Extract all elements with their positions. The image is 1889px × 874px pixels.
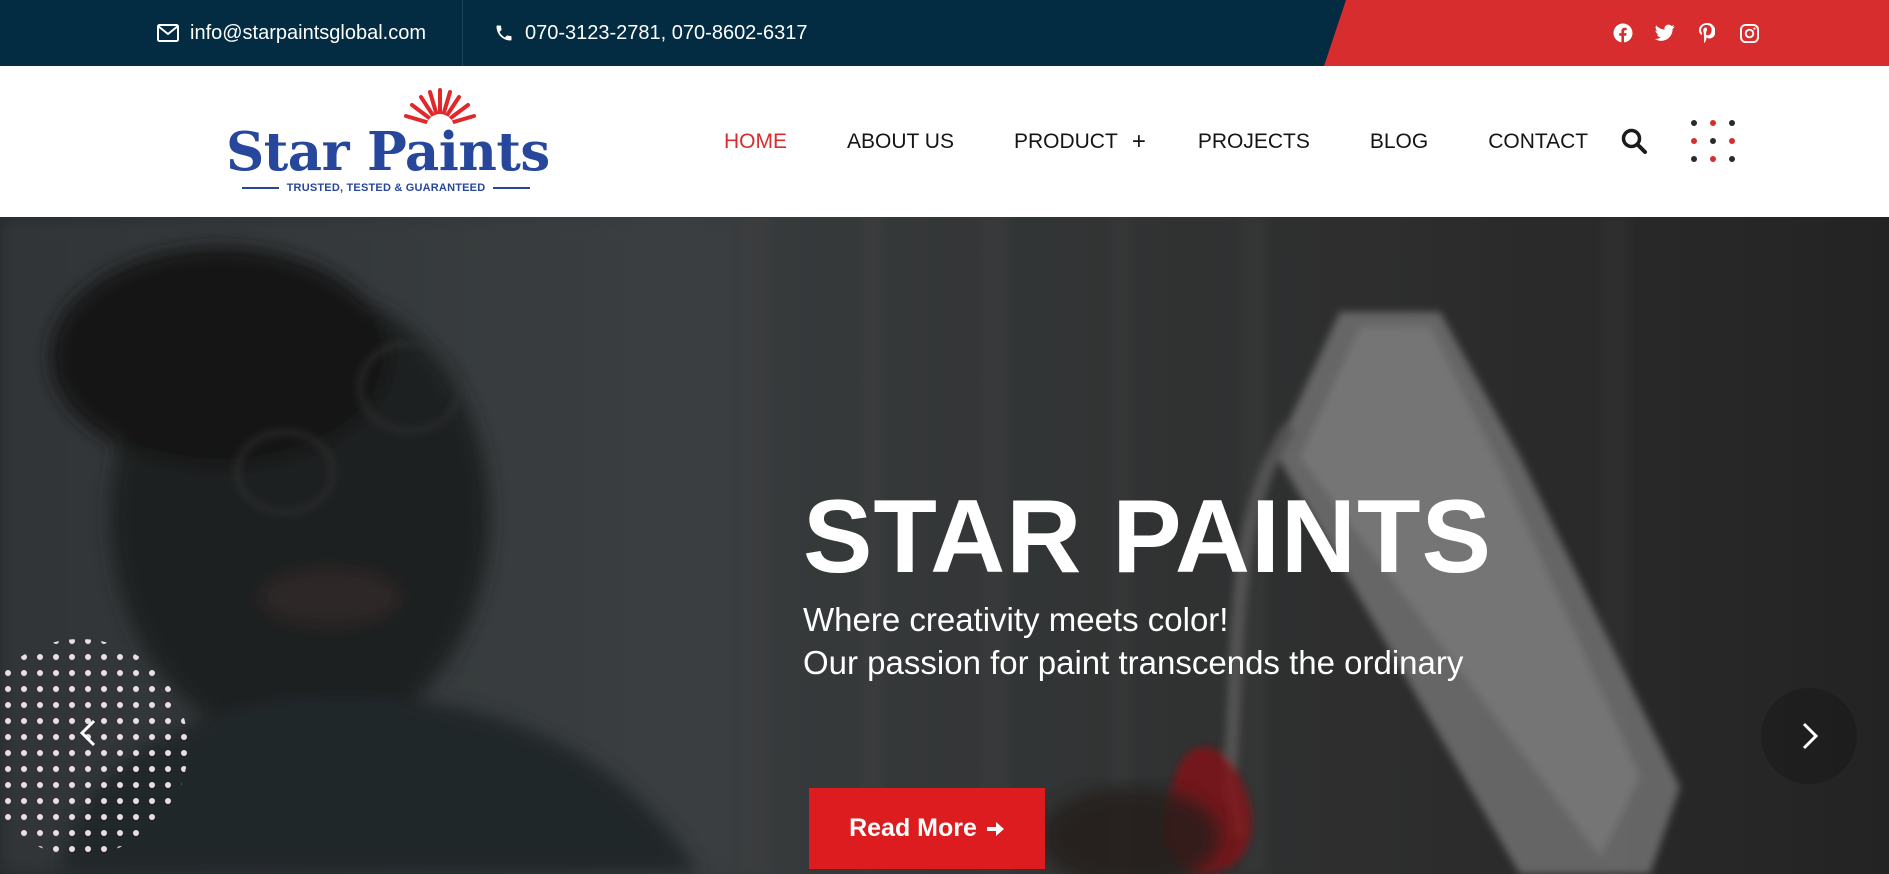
submenu-plus-icon[interactable]: + bbox=[1132, 129, 1146, 154]
chevron-right-icon bbox=[1802, 722, 1819, 750]
logo-wordmark: Star Paints bbox=[226, 121, 550, 183]
main-nav: HOME ABOUT US PRODUCT + PROJECTS BLOG CO… bbox=[724, 66, 1648, 217]
top-bar-divider bbox=[462, 0, 463, 66]
grid-dots-icon[interactable] bbox=[1688, 118, 1738, 164]
envelope-icon bbox=[157, 24, 179, 42]
nav-item-label: CONTACT bbox=[1488, 129, 1589, 153]
menu-dot bbox=[1710, 120, 1716, 126]
contact-phone-text: 070-3123-2781, 070-8602-6317 bbox=[525, 21, 808, 44]
hero-title: STAR PAINTS bbox=[803, 479, 1492, 595]
nav-item-blog[interactable]: BLOG bbox=[1370, 130, 1428, 154]
facebook-icon[interactable] bbox=[1613, 23, 1633, 43]
contact-email-text: info@starpaintsglobal.com bbox=[190, 21, 426, 44]
nav-item-label: PROJECTS bbox=[1197, 129, 1310, 153]
logo-tagline: TRUSTED, TESTED & GUARANTEED bbox=[286, 182, 486, 194]
nav-item-home[interactable]: HOME bbox=[724, 130, 787, 154]
chevron-left-icon[interactable] bbox=[72, 716, 106, 750]
nav-item-about-us[interactable]: ABOUT US bbox=[847, 130, 954, 154]
top-bar-social-panel bbox=[1324, 0, 1889, 66]
menu-dot bbox=[1729, 156, 1735, 162]
nav-item-label: HOME bbox=[724, 129, 787, 153]
menu-dot bbox=[1691, 120, 1697, 126]
menu-dot bbox=[1729, 138, 1735, 144]
instagram-icon[interactable] bbox=[1739, 23, 1759, 43]
read-more-button[interactable]: Read More bbox=[809, 788, 1045, 869]
logo-tagline-rule-right bbox=[493, 187, 530, 189]
social-links bbox=[1613, 0, 1759, 66]
hero-subtitle-line-1: Where creativity meets color! bbox=[803, 601, 1229, 638]
read-more-label: Read More bbox=[849, 814, 977, 842]
search-icon[interactable] bbox=[1620, 127, 1648, 155]
nav-item-contact[interactable]: CONTACT bbox=[1488, 130, 1588, 154]
hero-slider: STAR PAINTS Where creativity meets color… bbox=[0, 217, 1889, 874]
arrow-right-icon bbox=[986, 821, 1004, 836]
site-header: Star Paints TRUSTED, TESTED & GUARANTEED… bbox=[0, 66, 1889, 217]
contact-email[interactable]: info@starpaintsglobal.com bbox=[157, 0, 426, 66]
logo-tagline-rule-left bbox=[242, 187, 279, 189]
site-logo[interactable]: Star Paints TRUSTED, TESTED & GUARANTEED bbox=[226, 86, 550, 198]
menu-dot bbox=[1729, 120, 1735, 126]
slider-next-button[interactable] bbox=[1761, 688, 1857, 784]
nav-item-product[interactable]: PRODUCT + bbox=[1013, 129, 1146, 154]
menu-dot bbox=[1710, 138, 1716, 144]
contact-phone[interactable]: 070-3123-2781, 070-8602-6317 bbox=[494, 0, 807, 66]
nav-item-projects[interactable]: PROJECTS bbox=[1198, 130, 1310, 154]
logo-tagline-row: TRUSTED, TESTED & GUARANTEED bbox=[242, 182, 530, 194]
nav-item-label: BLOG bbox=[1369, 129, 1429, 153]
phone-icon bbox=[496, 25, 512, 41]
menu-dot bbox=[1691, 138, 1697, 144]
menu-dot bbox=[1691, 156, 1697, 162]
nav-item-label: PRODUCT bbox=[1013, 129, 1118, 153]
nav-item-label: ABOUT US bbox=[847, 129, 954, 153]
pinterest-icon[interactable] bbox=[1697, 23, 1717, 43]
top-bar: info@starpaintsglobal.com 070-3123-2781,… bbox=[0, 0, 1889, 66]
menu-dot bbox=[1710, 156, 1716, 162]
hero-subtitle-line-2: Our passion for paint transcends the ord… bbox=[803, 644, 1464, 681]
twitter-icon[interactable] bbox=[1655, 23, 1675, 43]
